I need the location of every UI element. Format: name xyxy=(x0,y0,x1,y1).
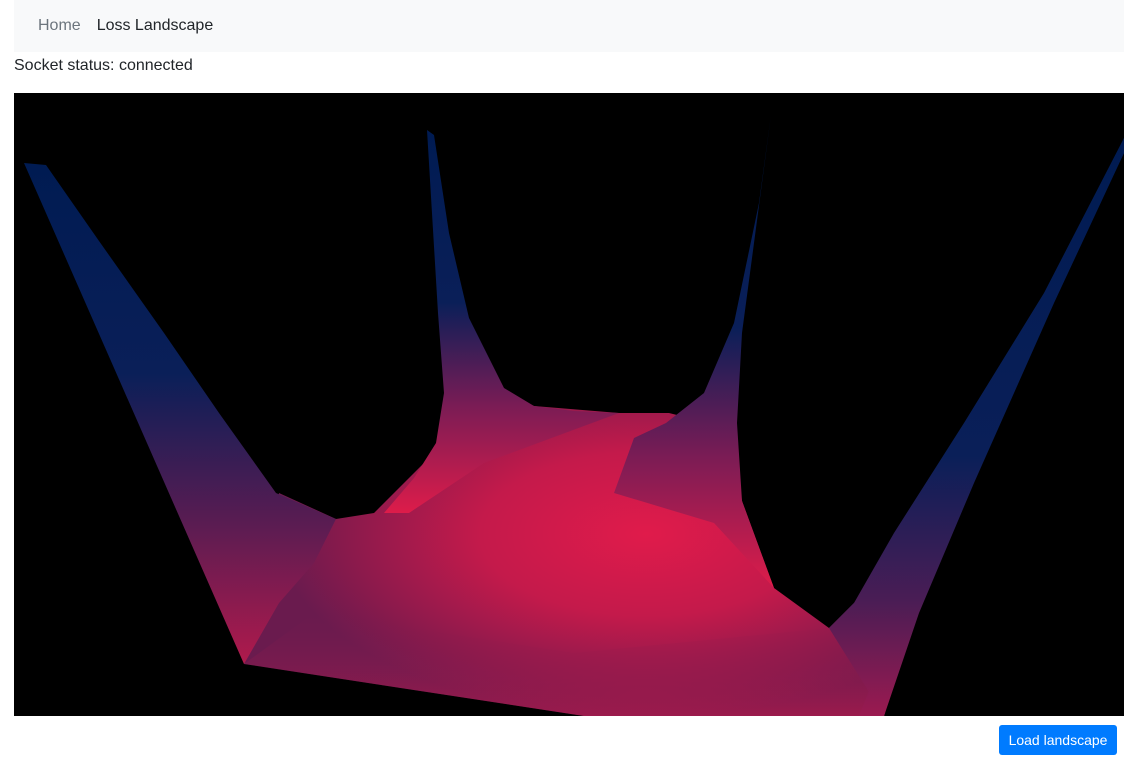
load-landscape-button[interactable]: Load landscape xyxy=(999,725,1117,755)
top-navbar: Home Loss Landscape xyxy=(14,0,1124,52)
socket-status-text: Socket status: connected xyxy=(14,57,193,74)
nav-home-link[interactable]: Home xyxy=(38,18,81,34)
loss-landscape-viewer[interactable] xyxy=(14,93,1124,716)
left-ridge xyxy=(24,163,336,664)
loss-landscape-surface[interactable] xyxy=(14,93,1124,716)
nav-loss-landscape-link[interactable]: Loss Landscape xyxy=(97,18,214,34)
